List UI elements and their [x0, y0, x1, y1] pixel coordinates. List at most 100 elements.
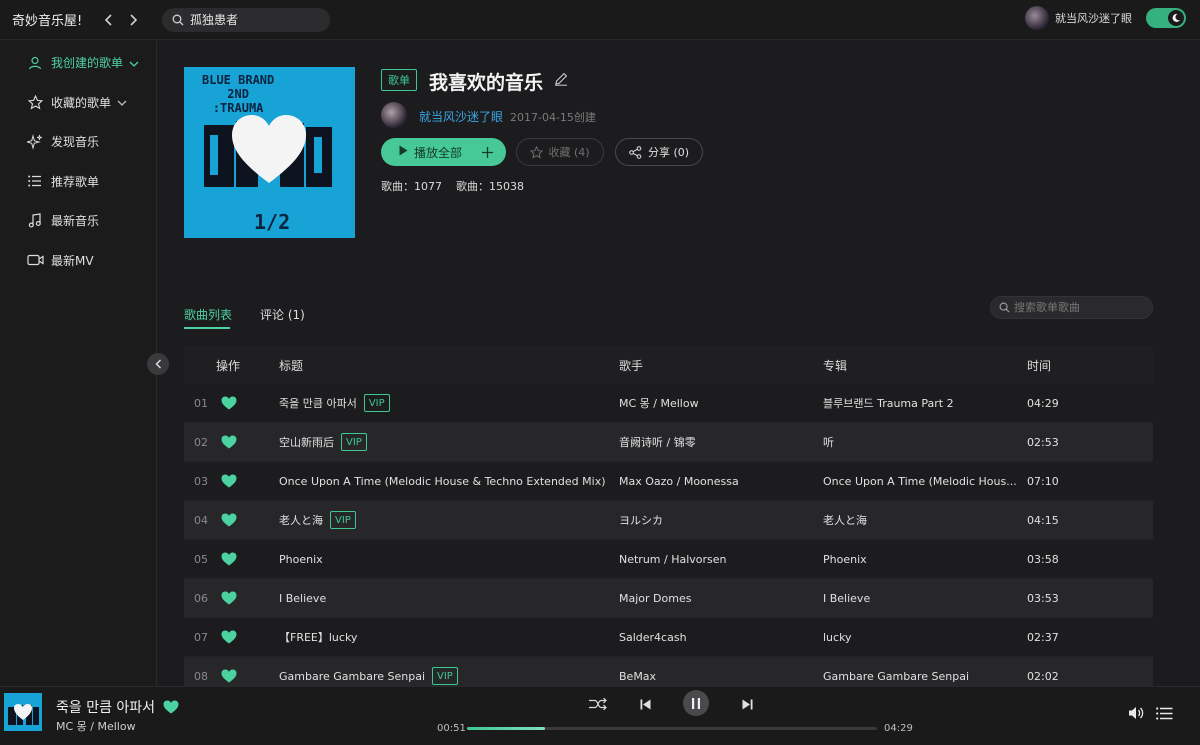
playlist-stats: 歌曲：1077 歌曲：15038: [381, 178, 524, 194]
song-title[interactable]: Once Upon A Time (Melodic House & Techno…: [279, 475, 606, 488]
shuffle-icon[interactable]: [588, 696, 608, 712]
row-title[interactable]: 空山新雨后 VIP: [279, 433, 619, 451]
row-title[interactable]: 죽을 만큼 아파서 VIP: [279, 394, 619, 412]
row-like[interactable]: [216, 396, 279, 410]
player-bar: 죽을 만큼 아파서 MC 몽 / Mellow 00:51 04:29: [0, 686, 1200, 745]
sidebar-item-recommended-playlists[interactable]: 推荐歌单: [0, 162, 156, 202]
row-title[interactable]: Phoenix: [279, 553, 619, 566]
creator-name[interactable]: 就当风沙迷了眼: [419, 108, 503, 125]
playlist-queue-icon[interactable]: [1154, 704, 1174, 722]
table-row[interactable]: 02 空山新雨后 VIP 音阙诗听 / 锦零听 02:53: [184, 423, 1153, 462]
collect-button[interactable]: 收藏 (4): [516, 138, 604, 166]
row-album[interactable]: lucky: [823, 631, 1027, 644]
song-title[interactable]: 【FREE】lucky: [279, 629, 357, 645]
row-like[interactable]: [216, 552, 279, 566]
next-track-icon[interactable]: [739, 696, 755, 712]
theme-toggle[interactable]: [1146, 8, 1186, 28]
song-title[interactable]: 空山新雨后: [279, 434, 334, 450]
now-playing-artist[interactable]: MC 몽 / Mellow: [56, 718, 136, 734]
volume-icon[interactable]: [1126, 704, 1146, 722]
sidebar-item-discover-music[interactable]: 发现音乐: [0, 122, 156, 162]
tab-comments[interactable]: 评论 (1): [260, 306, 305, 323]
heart-icon[interactable]: [221, 669, 237, 683]
table-row[interactable]: 05 Phoenix Netrum / Halvorsen Phoenix 03:58: [184, 540, 1153, 579]
playlist-search[interactable]: [990, 296, 1153, 319]
row-title[interactable]: Once Upon A Time (Melodic House & Techno…: [279, 475, 619, 488]
vip-badge: VIP: [432, 667, 458, 685]
table-row[interactable]: 06 I Believe Major Domes I Believe 03:53: [184, 579, 1153, 618]
row-like[interactable]: [216, 630, 279, 644]
pause-icon: [692, 697, 700, 709]
row-title[interactable]: Gambare Gambare Senpai VIP: [279, 667, 619, 685]
previous-track-icon[interactable]: [637, 696, 653, 712]
username[interactable]: 就当风沙迷了眼: [1055, 10, 1132, 26]
heart-icon[interactable]: [221, 396, 237, 410]
row-title[interactable]: 【FREE】lucky: [279, 629, 619, 645]
sidebar-item-new-mv[interactable]: 最新MV: [0, 241, 156, 281]
sidebar-collapse-button[interactable]: [147, 353, 169, 375]
row-artist[interactable]: MC 몽 / Mellow: [619, 395, 823, 411]
play-count-stat: 歌曲：15038: [456, 180, 524, 193]
heart-icon[interactable]: [221, 513, 237, 527]
row-artist[interactable]: Netrum / Halvorsen: [619, 553, 823, 566]
row-like[interactable]: [216, 591, 279, 605]
song-title[interactable]: 죽을 만큼 아파서: [279, 395, 357, 411]
forward-arrow-icon[interactable]: [124, 11, 142, 29]
sidebar: 我创建的歌单 收藏的歌单 发现音乐 推荐歌单 最新音乐 最新MV: [0, 41, 157, 686]
global-search[interactable]: [162, 7, 330, 32]
row-index: 08: [194, 669, 208, 683]
playlist-search-input[interactable]: [1014, 301, 1144, 314]
current-time: 00:51: [437, 723, 466, 734]
progress-bar[interactable]: [467, 727, 877, 730]
row-album[interactable]: 블루브랜드 Trauma Part 2: [823, 395, 1027, 411]
search-input[interactable]: [190, 12, 320, 27]
row-album[interactable]: 听: [823, 434, 1027, 450]
row-like[interactable]: [216, 474, 279, 488]
row-artist[interactable]: Major Domes: [619, 592, 823, 605]
row-like[interactable]: [216, 669, 279, 683]
header-title: 标题: [279, 358, 304, 373]
heart-icon[interactable]: [221, 630, 237, 644]
add-icon[interactable]: [482, 143, 494, 162]
row-duration: 03:53: [1027, 591, 1059, 605]
song-title[interactable]: Gambare Gambare Senpai: [279, 670, 425, 683]
row-album[interactable]: Phoenix: [823, 553, 1027, 566]
play-all-button[interactable]: 播放全部: [381, 138, 506, 166]
heart-icon[interactable]: [221, 552, 237, 566]
edit-icon[interactable]: [554, 72, 568, 89]
table-row[interactable]: 04 老人と海 VIP ヨルシカ 老人と海 04:15: [184, 501, 1153, 540]
table-row[interactable]: 07 【FREE】lucky Salder4cash lucky 02:37: [184, 618, 1153, 657]
heart-icon[interactable]: [221, 474, 237, 488]
player-cover[interactable]: [4, 693, 42, 731]
tab-song-list[interactable]: 歌曲列表: [184, 306, 232, 323]
sidebar-item-created-playlists[interactable]: 我创建的歌单: [0, 43, 156, 83]
row-artist[interactable]: BeMax: [619, 670, 823, 683]
pause-button[interactable]: [683, 690, 709, 716]
row-album[interactable]: 老人と海: [823, 512, 1027, 528]
row-title[interactable]: 老人と海 VIP: [279, 511, 619, 529]
sidebar-item-collected-playlists[interactable]: 收藏的歌单: [0, 83, 156, 123]
row-artist[interactable]: ヨルシカ: [619, 512, 823, 528]
row-artist[interactable]: Salder4cash: [619, 631, 823, 644]
row-like[interactable]: [216, 435, 279, 449]
row-album[interactable]: Gambare Gambare Senpai: [823, 670, 1027, 683]
row-like[interactable]: [216, 513, 279, 527]
avatar[interactable]: [1025, 6, 1049, 30]
song-title[interactable]: 老人と海: [279, 512, 323, 528]
row-artist[interactable]: Max Oazo / Moonessa: [619, 475, 823, 488]
heart-icon[interactable]: [221, 591, 237, 605]
song-title[interactable]: I Believe: [279, 592, 326, 605]
heart-icon[interactable]: [163, 700, 179, 714]
table-row[interactable]: 03 Once Upon A Time (Melodic House & Tech…: [184, 462, 1153, 501]
table-row[interactable]: 01 죽을 만큼 아파서 VIP MC 몽 / Mellow 블루브랜드 Trauma …: [184, 384, 1153, 423]
song-title[interactable]: Phoenix: [279, 553, 323, 566]
creator-avatar[interactable]: [381, 102, 407, 128]
row-title[interactable]: I Believe: [279, 592, 619, 605]
sidebar-item-new-music[interactable]: 最新音乐: [0, 201, 156, 241]
row-album[interactable]: Once Upon A Time (Melodic Hous...: [823, 475, 1027, 488]
back-arrow-icon[interactable]: [100, 11, 118, 29]
heart-icon[interactable]: [221, 435, 237, 449]
row-artist[interactable]: 音阙诗听 / 锦零: [619, 434, 823, 450]
share-button[interactable]: 分享 (0): [615, 138, 703, 166]
row-album[interactable]: I Believe: [823, 592, 1027, 605]
